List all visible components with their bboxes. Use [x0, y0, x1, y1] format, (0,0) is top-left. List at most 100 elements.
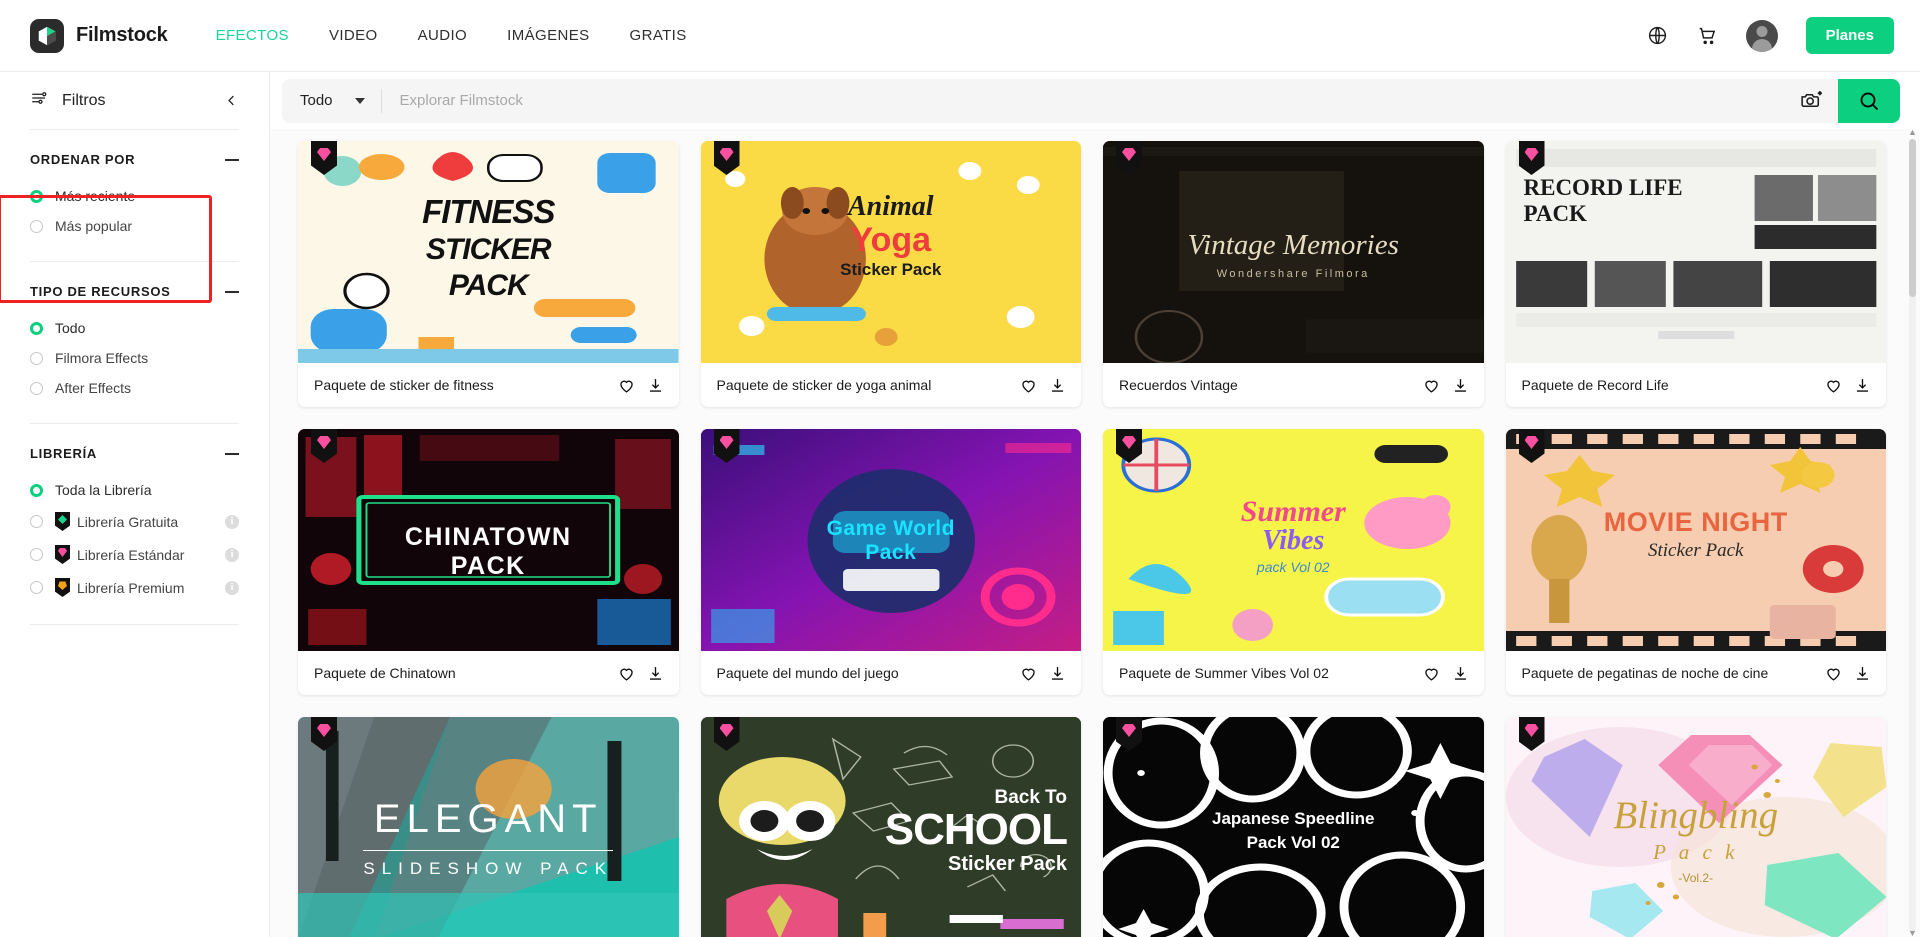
thumb-art-line: SCHOOL	[884, 805, 1068, 854]
radio-label: Todo	[55, 320, 86, 336]
search-scope-dropdown[interactable]: Todo	[300, 88, 382, 113]
card-thumbnail: CHINATOWN PACK	[298, 429, 679, 651]
card-thumbnail: Animal Yoga Sticker Pack	[700, 141, 1081, 363]
radio-libreria-gratuita[interactable]: Librería Gratuita i	[30, 505, 239, 538]
thumb-art-line: Animal	[847, 191, 934, 222]
thumb-art-line: FITNESS	[422, 193, 555, 230]
header-actions: Planes	[1647, 17, 1894, 54]
group-header[interactable]: LIBRERÍA	[30, 446, 239, 461]
brand-logo[interactable]: Filmstock	[30, 18, 168, 53]
thumb-art-line: Summer	[1240, 495, 1346, 528]
thumb-art-line: pack Vol 02	[1256, 559, 1330, 575]
nav-item-efectos[interactable]: EFECTOS	[216, 23, 289, 48]
download-icon[interactable]	[646, 664, 665, 683]
heart-icon[interactable]	[1824, 376, 1843, 395]
radio-icon	[30, 219, 43, 233]
vertical-scrollbar[interactable]	[1909, 139, 1916, 931]
user-avatar-icon[interactable]	[1745, 19, 1778, 52]
heart-icon[interactable]	[617, 376, 636, 395]
nav-item-video[interactable]: VIDEO	[329, 23, 378, 48]
sidebar-divider	[30, 624, 239, 625]
collapse-minus-icon[interactable]	[225, 452, 239, 455]
thumb-art-line: CHINATOWN	[404, 523, 572, 551]
thumb-art-line: Japanese Speedline	[1211, 809, 1375, 828]
radio-icon	[30, 189, 43, 203]
info-icon[interactable]: i	[225, 514, 239, 529]
card-thumbnail: Back To SCHOOL Sticker Pack	[700, 717, 1081, 937]
nav-item-gratis[interactable]: GRATIS	[630, 23, 687, 48]
caret-up-icon[interactable]: ▲	[1908, 129, 1917, 137]
heart-icon[interactable]	[617, 664, 636, 683]
camera-plus-icon[interactable]	[1784, 78, 1838, 123]
asset-card[interactable]: Animal Yoga Sticker Pack Paquete de stic…	[700, 141, 1081, 407]
card-title: Recuerdos Vintage	[1119, 377, 1238, 393]
radio-after-effects[interactable]: After Effects	[30, 373, 239, 403]
caret-down-icon[interactable]: ▼	[1908, 929, 1917, 937]
asset-card[interactable]: Summer Vibes pack Vol 02 Paquete de Summ…	[1103, 429, 1484, 695]
radio-filmora-effects[interactable]: Filmora Effects	[30, 343, 239, 373]
asset-card[interactable]: RECORD LIFE PACK Paquete de Record Life	[1505, 141, 1886, 407]
asset-card[interactable]: MOVIE NIGHT Sticker Pack Paquete de pega…	[1505, 429, 1886, 695]
group-header[interactable]: ORDENAR POR	[30, 152, 239, 167]
card-footer: Paquete del mundo del juego	[701, 651, 1082, 695]
radio-libreria-estandar[interactable]: Librería Estándar i	[30, 538, 239, 571]
scrollbar-thumb[interactable]	[1909, 139, 1916, 297]
card-title: Paquete de Summer Vibes Vol 02	[1119, 665, 1329, 681]
card-title: Paquete de Record Life	[1521, 377, 1669, 393]
collapse-minus-icon[interactable]	[225, 158, 239, 161]
card-thumbnail: FITNESS STICKER PACK	[298, 141, 679, 363]
globe-icon[interactable]	[1647, 25, 1668, 46]
asset-card[interactable]: CHINATOWN PACK Paquete de Chinatown	[298, 429, 679, 695]
radio-todo[interactable]: Todo	[30, 313, 239, 343]
download-icon[interactable]	[1048, 376, 1067, 395]
heart-icon[interactable]	[1422, 664, 1441, 683]
asset-card[interactable]: Vintage Memories Wondershare Filmora Rec…	[1103, 141, 1484, 407]
radio-icon	[30, 321, 43, 335]
filters-label: Filtros	[62, 91, 106, 109]
asset-card[interactable]: Blingbling P a c k -Vol.2-	[1505, 717, 1886, 937]
search-input[interactable]	[381, 92, 1784, 109]
asset-card[interactable]: Back To SCHOOL Sticker Pack	[700, 717, 1081, 937]
asset-card[interactable]: ELEGANT SLIDESHOW PACK	[298, 717, 679, 937]
info-icon[interactable]: i	[225, 547, 239, 562]
download-icon[interactable]	[646, 376, 665, 395]
card-footer: Recuerdos Vintage	[1103, 363, 1484, 407]
collapse-minus-icon[interactable]	[225, 290, 239, 293]
heart-icon[interactable]	[1824, 664, 1843, 683]
download-icon[interactable]	[1451, 664, 1470, 683]
heart-icon[interactable]	[1019, 376, 1038, 395]
thumb-art-line: Game World	[826, 517, 955, 540]
sliders-icon	[30, 89, 48, 112]
plans-button[interactable]: Planes	[1805, 17, 1894, 54]
radio-mas-reciente[interactable]: Más reciente	[30, 181, 239, 211]
download-icon[interactable]	[1853, 664, 1872, 683]
asset-card[interactable]: Japanese Speedline Pack Vol 02	[1103, 717, 1484, 937]
thumb-art-line: Wondershare Filmora	[1216, 268, 1370, 280]
thumb-art-line: Sticker Pack	[840, 260, 942, 279]
thumb-art-line: PACK	[448, 269, 529, 302]
info-icon[interactable]: i	[225, 580, 239, 595]
heart-icon[interactable]	[1019, 664, 1038, 683]
nav-item-audio[interactable]: AUDIO	[418, 23, 468, 48]
radio-mas-popular[interactable]: Más popular	[30, 211, 239, 241]
heart-icon[interactable]	[1422, 376, 1441, 395]
asset-card[interactable]: Game World Pack Paquete del mundo del ju…	[700, 429, 1082, 695]
cart-icon[interactable]	[1696, 25, 1718, 47]
download-icon[interactable]	[1853, 376, 1872, 395]
radio-toda-la-libreria[interactable]: Toda la Librería	[30, 475, 239, 505]
download-icon[interactable]	[1451, 376, 1470, 395]
chevron-left-icon[interactable]	[224, 93, 239, 108]
nav-item-imagenes[interactable]: IMÁGENES	[507, 23, 589, 48]
download-icon[interactable]	[1048, 664, 1067, 683]
radio-label: After Effects	[55, 380, 131, 396]
shield-badge-pink-icon	[55, 545, 70, 564]
thumb-art-line: Vintage Memories	[1187, 229, 1399, 261]
search-button[interactable]	[1838, 78, 1900, 123]
asset-card[interactable]: FITNESS STICKER PACK Paquete de sticker …	[298, 141, 679, 407]
filter-group-tipo-de-recursos: TIPO DE RECURSOS Todo Filmora Effects Af…	[30, 262, 239, 423]
thumb-art-line: RECORD LIFE	[1523, 175, 1683, 200]
card-title: Paquete de pegatinas de noche de cine	[1521, 665, 1769, 681]
main-nav: EFECTOS VIDEO AUDIO IMÁGENES GRATIS	[216, 23, 687, 48]
group-header[interactable]: TIPO DE RECURSOS	[30, 284, 239, 299]
radio-libreria-premium[interactable]: Librería Premium i	[30, 571, 239, 604]
